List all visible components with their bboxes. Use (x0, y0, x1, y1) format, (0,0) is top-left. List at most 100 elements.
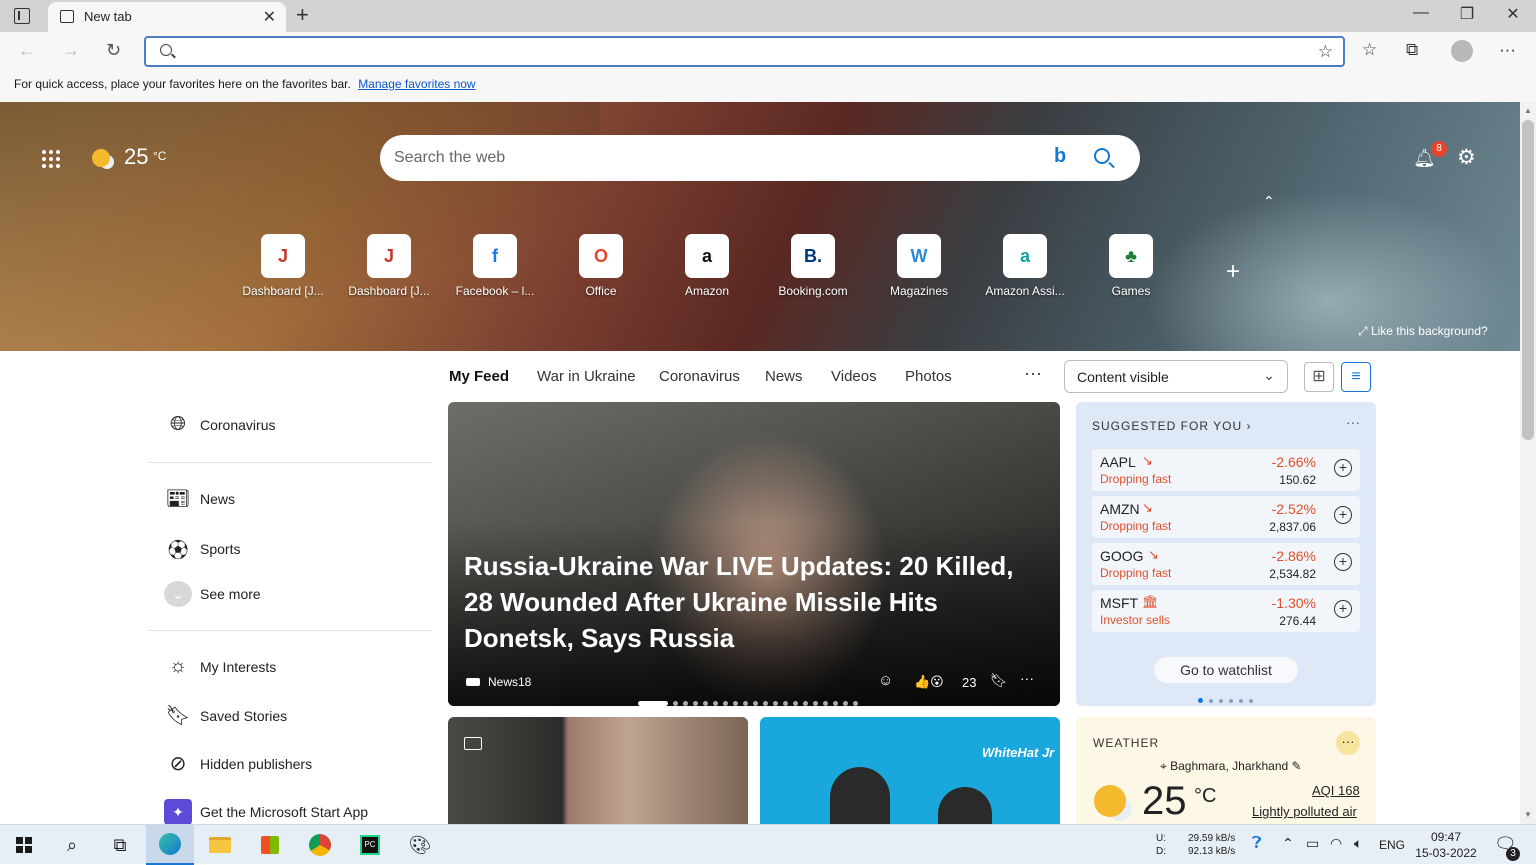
forward-button[interactable]: → (62, 40, 80, 61)
quick-link-tile[interactable]: W Magazines (873, 234, 965, 298)
aqi-link[interactable]: AQI 168 (1312, 783, 1360, 798)
reactions-icon[interactable]: 👍😮 (914, 674, 944, 690)
tab-my-feed[interactable]: My Feed (449, 368, 509, 385)
quick-link-tile[interactable]: J Dashboard [J... (237, 234, 329, 298)
wifi-icon[interactable]: ◠ (1330, 835, 1342, 852)
restore-button[interactable]: ❐ (1444, 4, 1490, 24)
refresh-button[interactable]: ↻ (106, 40, 121, 61)
weather-card[interactable]: WEATHER ··· ⌖ Baghmara, Jharkhand ✎ 25 °… (1076, 717, 1376, 824)
sidebar-item-my-interests[interactable]: ☼ My Interests (164, 655, 276, 678)
clock[interactable]: 09:47 15-03-2022 (1414, 829, 1478, 861)
add-to-watchlist-icon[interactable]: + (1334, 459, 1352, 477)
search-icon[interactable] (1094, 148, 1110, 164)
bing-icon[interactable]: b (1054, 145, 1066, 168)
content-visibility-dropdown[interactable]: Content visible ⌄ (1064, 360, 1288, 393)
tab-coronavirus[interactable]: Coronavirus (659, 368, 740, 385)
weather-location[interactable]: ⌖ Baghmara, Jharkhand ✎ (1160, 759, 1302, 774)
pycharm-icon[interactable]: PC (346, 825, 394, 865)
collections-icon[interactable]: ⧉ (1406, 40, 1418, 60)
tab-war-in-ukraine[interactable]: War in Ukraine (537, 368, 636, 385)
sidebar-item-sports[interactable]: ⚽︎ Sports (164, 534, 240, 563)
add-favorite-icon[interactable]: ☆ (1318, 42, 1333, 62)
bookmark-icon[interactable]: 🔖︎ (990, 672, 1008, 689)
address-bar[interactable]: ☆ (144, 36, 1345, 67)
tab-photos[interactable]: Photos (905, 368, 952, 385)
gear-icon[interactable]: ⚙ (1457, 145, 1476, 170)
tab-new-tab[interactable]: New tab ✕ (48, 2, 286, 32)
back-button[interactable]: ← (18, 40, 36, 61)
quick-link-tile[interactable]: a Amazon Assi... (979, 234, 1071, 298)
edit-icon[interactable]: ✎ (1292, 759, 1302, 773)
quick-link-tile[interactable]: J Dashboard [J... (343, 234, 435, 298)
chevron-up-icon[interactable]: ⌃ (1263, 193, 1275, 210)
paint-icon[interactable]: 🎨︎ (396, 825, 444, 865)
chrome-icon[interactable] (296, 825, 344, 865)
list-layout-button[interactable]: ≡ (1341, 362, 1371, 392)
more-tabs-button[interactable]: ··· (1024, 363, 1042, 384)
task-view-icon[interactable]: ⧉ (96, 825, 144, 865)
sidebar-item-news[interactable]: 📰︎ News (164, 486, 235, 511)
sidebar-item-coronavirus[interactable]: 🌐︎ Coronavirus (164, 413, 275, 436)
quick-link-tile[interactable]: O Office (555, 234, 647, 298)
more-options-icon[interactable]: ··· (1336, 731, 1360, 755)
scroll-up-icon[interactable]: ▲ (1524, 106, 1532, 115)
add-to-watchlist-icon[interactable]: + (1334, 553, 1352, 571)
vertical-scrollbar[interactable]: ▲ ▼ (1520, 102, 1536, 824)
add-reaction-icon[interactable]: ☺ (878, 672, 893, 689)
file-explorer-icon[interactable] (196, 825, 244, 865)
quick-link-tile[interactable]: B. Booking.com (767, 234, 859, 298)
scroll-down-icon[interactable]: ▼ (1524, 810, 1532, 819)
hero-weather-temp[interactable]: 25 (124, 144, 148, 170)
search-icon[interactable]: ⌕ (48, 825, 96, 865)
add-quick-link-icon[interactable]: + (1226, 258, 1240, 286)
manage-favorites-link[interactable]: Manage favorites now (358, 77, 475, 91)
windows-start-icon[interactable] (0, 825, 48, 865)
sidebar-item-get-app[interactable]: ✦ Get the Microsoft Start App (164, 799, 368, 825)
like-background-link[interactable]: ⤢ Like this background? (1358, 324, 1488, 339)
new-tab-button[interactable]: + (296, 2, 309, 28)
add-to-watchlist-icon[interactable]: + (1334, 600, 1352, 618)
stock-row[interactable]: AMZN ↘ Dropping fast -2.52% 2,837.06 + (1092, 496, 1360, 538)
carousel-dots[interactable] (638, 694, 863, 706)
volume-icon[interactable]: 🔈︎ (1354, 835, 1362, 852)
publisher-name[interactable]: News18 (488, 675, 531, 689)
headline[interactable]: Russia-Ukraine War LIVE Updates: 20 Kill… (464, 548, 1044, 656)
quick-link-tile[interactable]: a Amazon (661, 234, 753, 298)
stock-row[interactable]: GOOG ↘ Dropping fast -2.86% 2,534.82 + (1092, 543, 1360, 585)
tab-actions-icon[interactable] (14, 8, 30, 24)
minimize-button[interactable]: — (1398, 4, 1444, 22)
carousel-dots[interactable] (1198, 691, 1259, 706)
grid-layout-button[interactable]: ⊞ (1304, 362, 1334, 392)
quick-link-tile[interactable]: f Facebook – l... (449, 234, 541, 298)
tab-videos[interactable]: Videos (831, 368, 877, 385)
close-window-button[interactable]: ✕ (1490, 4, 1536, 24)
go-to-watchlist-button[interactable]: Go to watchlist (1154, 657, 1298, 683)
app-launcher-icon[interactable] (42, 150, 62, 170)
hero-news-card[interactable]: Russia-Ukraine War LIVE Updates: 20 Kill… (448, 402, 1060, 706)
language-indicator[interactable]: ENG (1379, 838, 1405, 852)
sidebar-item-see-more[interactable]: ⌄ See more (164, 581, 261, 607)
chevron-up-icon[interactable]: ⌃ (1282, 835, 1294, 852)
quick-link-tile[interactable]: ♣ Games (1085, 234, 1177, 298)
favorites-icon[interactable]: ☆ (1362, 40, 1377, 60)
close-tab-icon[interactable]: ✕ (263, 7, 276, 27)
more-options-icon[interactable]: ··· (1020, 670, 1034, 686)
more-options-icon[interactable]: ··· (1346, 414, 1360, 430)
partly-sunny-icon[interactable] (92, 149, 110, 167)
web-search-input[interactable] (394, 145, 1034, 171)
stocks-header[interactable]: SUGGESTED FOR YOU › (1092, 419, 1251, 433)
scrollbar-thumb[interactable] (1522, 120, 1534, 440)
sidebar-item-hidden-publishers[interactable]: ⊘ Hidden publishers (164, 751, 312, 776)
battery-icon[interactable]: ▭ (1306, 835, 1319, 852)
edge-icon[interactable] (146, 825, 194, 865)
help-icon[interactable]: ❓︎ (1252, 835, 1262, 853)
add-to-watchlist-icon[interactable]: + (1334, 506, 1352, 524)
video-news-card[interactable] (448, 717, 748, 824)
sidebar-item-saved-stories[interactable]: 🔖︎ Saved Stories (164, 703, 287, 728)
stock-row[interactable]: AAPL ↘ Dropping fast -2.66% 150.62 + (1092, 449, 1360, 491)
tab-news[interactable]: News (765, 368, 803, 385)
air-quality-link[interactable]: Lightly polluted air (1252, 804, 1357, 819)
ad-card[interactable]: WhiteHat Jr (760, 717, 1060, 824)
stock-row[interactable]: MSFT 🏛︎ Investor sells -1.30% 276.44 + (1092, 590, 1360, 632)
web-search-box[interactable]: b (380, 135, 1140, 181)
